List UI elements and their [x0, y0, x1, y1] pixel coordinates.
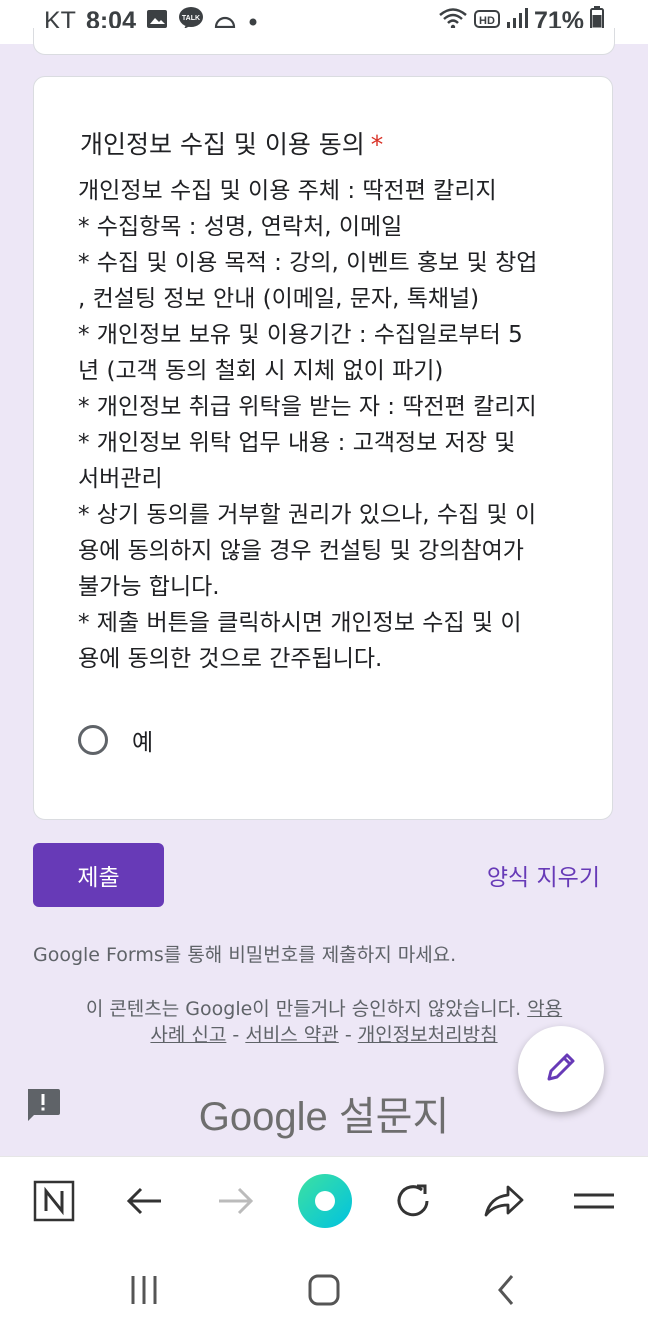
question-card: 개인정보 수집 및 이용 동의 * 개인정보 수집 및 이용 주체 : 딱전편 칼… — [33, 76, 613, 820]
share-icon[interactable] — [480, 1177, 528, 1225]
password-warning: Google Forms를 통해 비밀번호를 제출하지 마세요. — [33, 944, 457, 966]
refresh-icon[interactable] — [389, 1177, 437, 1225]
option-label: 예 — [132, 730, 154, 756]
recent-apps-icon[interactable] — [122, 1268, 166, 1312]
description-line: 개인정보 수집 및 이용 주체 : 딱전편 칼리지 — [78, 178, 497, 204]
question-title: 개인정보 수집 및 이용 동의 * — [80, 125, 383, 161]
description-line: * 수집 및 이용 목적 : 강의, 이벤트 홍보 및 창업 — [78, 250, 538, 276]
consent-option-yes[interactable]: 예 — [78, 723, 153, 757]
back-icon[interactable] — [484, 1268, 528, 1312]
green-home-icon[interactable] — [297, 1173, 353, 1229]
browser-toolbar — [0, 1156, 648, 1247]
hd-label: HD — [479, 15, 495, 27]
disclaimer-text: 이 콘텐츠는 Google이 만들거나 승인하지 않았습니다. — [85, 998, 528, 1020]
description-line: * 개인정보 보유 및 이용기간 : 수집일로부터 5 — [78, 322, 523, 348]
description-line: * 개인정보 취급 위탁을 받는 자 : 딱전편 칼리지 — [78, 394, 537, 420]
previous-question-card — [33, 28, 615, 55]
report-abuse-link-part1[interactable]: 악용 — [527, 998, 562, 1020]
description-line: * 제출 버튼을 클릭하시면 개인정보 수집 및 이 — [78, 610, 522, 636]
terms-link[interactable]: 서비스 약관 — [245, 1024, 338, 1046]
pencil-icon — [543, 1049, 579, 1089]
description-line: * 상기 동의를 거부할 권리가 있으나, 수집 및 이 — [78, 502, 537, 528]
naver-n-icon[interactable] — [30, 1177, 78, 1225]
disclaimer: 이 콘텐츠는 Google이 만들거나 승인하지 않았습니다. 악용 사례 신고 … — [40, 996, 608, 1048]
description-line: 용에 동의하지 않을 경우 컨설팅 및 강의참여가 — [78, 538, 524, 564]
home-icon[interactable] — [302, 1268, 346, 1312]
description-line: 용에 동의한 것으로 간주됩니다. — [78, 646, 383, 672]
edit-fab[interactable] — [518, 1026, 604, 1112]
description-line: * 수집항목 : 성명, 연락처, 이메일 — [78, 214, 403, 240]
system-navigation-bar — [0, 1246, 648, 1332]
required-asterisk: * — [370, 130, 384, 159]
privacy-link[interactable]: 개인정보처리방침 — [358, 1024, 498, 1046]
radio-button[interactable] — [78, 725, 108, 755]
submit-button[interactable]: 제출 — [33, 843, 164, 907]
description-line: 년 (고객 동의 철회 시 지체 없이 파기) — [78, 358, 444, 384]
google-wordmark: Google — [198, 1095, 328, 1139]
question-description: 개인정보 수집 및 이용 주체 : 딱전편 칼리지 * 수집항목 : 성명, 연… — [78, 173, 588, 677]
description-line: 서버관리 — [78, 466, 163, 492]
menu-icon[interactable] — [570, 1177, 618, 1225]
description-line: , 컨설팅 정보 안내 (이메일, 문자, 톡채널) — [78, 286, 480, 312]
separator: - — [226, 1024, 246, 1046]
description-line: 불가능 합니다. — [78, 574, 220, 600]
description-line: * 개인정보 위탁 업무 내용 : 고객정보 저장 및 — [78, 430, 516, 456]
question-title-text: 개인정보 수집 및 이용 동의 — [80, 130, 365, 159]
separator: - — [338, 1024, 358, 1046]
clear-form-button[interactable]: 양식 지우기 — [487, 858, 600, 892]
back-arrow-icon[interactable] — [121, 1177, 169, 1225]
forms-wordmark: 설문지 — [327, 1095, 450, 1139]
report-abuse-link-part2[interactable]: 사례 신고 — [150, 1024, 226, 1046]
forward-arrow-icon[interactable] — [211, 1177, 259, 1225]
svg-text:TALK: TALK — [182, 15, 200, 22]
